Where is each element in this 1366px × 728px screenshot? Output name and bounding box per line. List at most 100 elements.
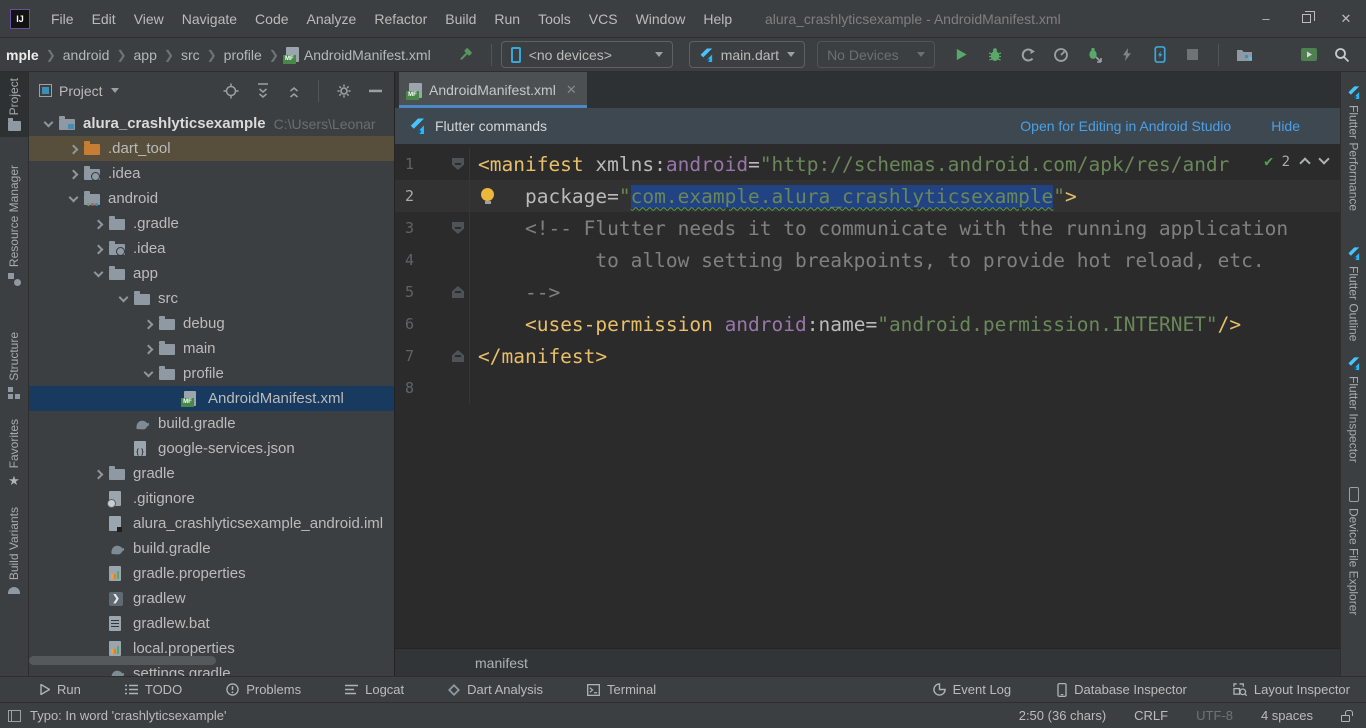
menu-view[interactable]: View	[125, 0, 173, 37]
horizontal-scrollbar[interactable]	[29, 656, 216, 665]
menu-code[interactable]: Code	[246, 0, 297, 37]
tool-button-device-file-explorer[interactable]: Device File Explorer	[1341, 481, 1366, 621]
settings-gear-icon[interactable]	[336, 83, 352, 99]
tool-button-event-log[interactable]: Event Log	[933, 682, 1012, 697]
tree-item-gradle-properties[interactable]: gradle.properties	[29, 561, 394, 586]
code-line-8[interactable]: 8	[395, 372, 1340, 404]
chevron-collapsed-icon[interactable]	[64, 141, 84, 157]
hot-restart-button[interactable]	[1110, 41, 1143, 69]
fold-region-icon[interactable]	[452, 286, 464, 298]
project-panel-title[interactable]: Project	[59, 83, 103, 99]
chevron-down-icon[interactable]	[111, 88, 119, 93]
intention-bulb-icon[interactable]	[481, 188, 494, 201]
code-line-1[interactable]: 1 <manifest xmlns:android="http://schema…	[395, 148, 1340, 180]
tree-item-main[interactable]: main	[29, 336, 394, 361]
tree-item-dart-tool[interactable]: .dart_tool	[29, 136, 394, 161]
tree-item-project-root[interactable]: alura_crashlyticsexample C:\Users\Leonar	[29, 111, 394, 136]
tree-item-gradlew-bat[interactable]: gradlew.bat	[29, 611, 394, 636]
tool-button-flutter-performance[interactable]: Flutter Performance	[1341, 80, 1366, 217]
line-number[interactable]: 6	[405, 315, 414, 333]
tree-item-app[interactable]: app	[29, 261, 394, 286]
fold-region-icon[interactable]	[452, 222, 464, 234]
restore-button[interactable]	[1286, 0, 1326, 37]
hide-panel-icon[interactable]	[369, 89, 382, 93]
menu-edit[interactable]: Edit	[83, 0, 125, 37]
unlock-icon[interactable]	[1341, 715, 1350, 722]
run-config-dropdown[interactable]: main.dart	[689, 41, 805, 68]
stop-button[interactable]	[1176, 41, 1209, 69]
device-selector-dropdown[interactable]: <no devices>	[501, 41, 673, 68]
device-manager-button[interactable]	[1292, 41, 1325, 69]
tree-item-idea2[interactable]: .idea	[29, 236, 394, 261]
menu-build[interactable]: Build	[436, 0, 485, 37]
fold-region-icon[interactable]	[452, 350, 464, 362]
breadcrumb-app[interactable]: app	[134, 47, 157, 63]
chevron-collapsed-icon[interactable]	[139, 316, 159, 332]
menu-window[interactable]: Window	[627, 0, 695, 37]
line-number[interactable]: 8	[405, 379, 414, 397]
minimize-button[interactable]: –	[1246, 0, 1286, 37]
line-separator-indicator[interactable]: CRLF	[1134, 708, 1168, 723]
tool-button-dart-analysis[interactable]: Dart Analysis	[448, 682, 543, 697]
tree-item-android-manifest[interactable]: MF AndroidManifest.xml	[29, 386, 394, 411]
tool-button-terminal[interactable]: Terminal	[587, 682, 656, 697]
caret-position[interactable]: 2:50 (36 chars)	[1019, 708, 1106, 723]
code-line-5[interactable]: 5 -->	[395, 276, 1340, 308]
tree-item-gradlew[interactable]: gradlew	[29, 586, 394, 611]
fold-region-icon[interactable]	[452, 158, 464, 170]
hide-banner-link[interactable]: Hide	[1271, 118, 1300, 134]
tool-button-favorites[interactable]: Favorites ★	[0, 413, 28, 493]
chevron-collapsed-icon[interactable]	[89, 216, 109, 232]
attach-debugger-button[interactable]	[1077, 41, 1110, 69]
locate-file-icon[interactable]	[223, 83, 239, 99]
tree-item-debug[interactable]: debug	[29, 311, 394, 336]
tree-item-android[interactable]: android	[29, 186, 394, 211]
tool-button-flutter-outline[interactable]: Flutter Outline	[1341, 241, 1366, 347]
tree-item-build-gradle[interactable]: build.gradle	[29, 536, 394, 561]
chevron-collapsed-icon[interactable]	[139, 341, 159, 357]
menu-run[interactable]: Run	[485, 0, 529, 37]
menu-file[interactable]: File	[42, 0, 83, 37]
flutter-device-dropdown[interactable]: No Devices	[817, 41, 935, 68]
menu-refactor[interactable]: Refactor	[365, 0, 436, 37]
tool-button-project[interactable]: Project	[0, 72, 28, 137]
tool-button-layout-inspector[interactable]: Layout Inspector	[1233, 682, 1350, 697]
chevron-expanded-icon[interactable]	[139, 366, 159, 382]
breadcrumb-project[interactable]: mple	[6, 47, 39, 63]
tool-button-logcat[interactable]: Logcat	[345, 682, 404, 697]
collapse-all-icon[interactable]	[287, 83, 301, 99]
breadcrumb-manifest[interactable]: manifest	[475, 655, 528, 671]
code-line-2[interactable]: 2 package="com.example.alura_crashlytics…	[395, 180, 1340, 212]
status-message[interactable]: Typo: In word 'crashlyticsexample'	[30, 708, 226, 723]
flutter-attach-button[interactable]	[1143, 41, 1176, 69]
tool-button-flutter-inspector[interactable]: Flutter Inspector	[1341, 351, 1366, 469]
chevron-collapsed-icon[interactable]	[89, 241, 109, 257]
tree-item-src[interactable]: src	[29, 286, 394, 311]
close-button[interactable]: ✕	[1326, 0, 1366, 37]
tool-button-run[interactable]: Run	[40, 682, 81, 697]
profiler-button[interactable]	[1044, 41, 1077, 69]
tree-item-build-gradle-app[interactable]: build.gradle	[29, 411, 394, 436]
chevron-expanded-icon[interactable]	[64, 191, 84, 207]
chevron-collapsed-icon[interactable]	[89, 466, 109, 482]
code-editor[interactable]: ✔ 2 1 <manifest xmlns:android="http://sc…	[395, 144, 1340, 648]
breadcrumb-profile[interactable]: profile	[224, 47, 262, 63]
tool-button-resource-manager[interactable]: Resource Manager	[0, 159, 28, 292]
line-number[interactable]: 2	[405, 187, 414, 205]
menu-vcs[interactable]: VCS	[580, 0, 627, 37]
run-button[interactable]	[945, 41, 978, 69]
tree-item-gradle-dir[interactable]: .gradle	[29, 211, 394, 236]
line-number[interactable]: 1	[405, 155, 414, 173]
tree-item-gradle-folder[interactable]: gradle	[29, 461, 394, 486]
tree-item-profile[interactable]: profile	[29, 361, 394, 386]
debug-button[interactable]	[978, 41, 1011, 69]
code-line-7[interactable]: 7 </manifest>	[395, 340, 1340, 372]
tool-button-structure[interactable]: Structure	[0, 326, 28, 405]
line-number[interactable]: 7	[405, 347, 414, 365]
menu-navigate[interactable]: Navigate	[173, 0, 246, 37]
menu-tools[interactable]: Tools	[529, 0, 580, 37]
line-number[interactable]: 4	[405, 251, 414, 269]
chevron-collapsed-icon[interactable]	[64, 166, 84, 182]
line-number[interactable]: 3	[405, 219, 414, 237]
encoding-indicator[interactable]: UTF-8	[1196, 708, 1233, 723]
